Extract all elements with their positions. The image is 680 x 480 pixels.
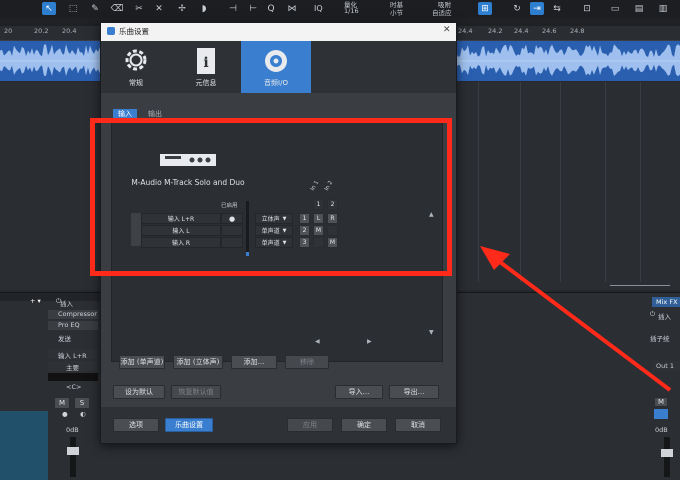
snap-toggle-icon[interactable]: ⊞	[478, 2, 492, 15]
restore-default-button[interactable]: 恢复默认值	[171, 385, 221, 399]
tab-audio-io[interactable]: 音频I/O	[241, 41, 311, 93]
eraser-tool-icon[interactable]: ⌫	[110, 2, 124, 15]
grid-icon[interactable]: ⊡	[580, 2, 594, 15]
ruler-tick: 24.2	[488, 27, 503, 35]
cancel-button[interactable]: 取消	[395, 418, 441, 432]
ruler-tick: 20.4	[62, 27, 77, 35]
remove-button[interactable]: 移除	[285, 355, 329, 369]
record-icon[interactable]: ●	[62, 410, 68, 418]
transient-icon[interactable]: ⊢	[246, 2, 260, 15]
bend-marker-icon[interactable]: ⊣	[226, 2, 240, 15]
info-icon: i	[197, 48, 215, 74]
solo-button[interactable]: S	[74, 397, 90, 409]
export-button[interactable]: 导出...	[389, 385, 439, 399]
snap-value[interactable]: 1/16	[344, 7, 359, 15]
monitor-icon[interactable]: ◐	[80, 410, 86, 418]
timebase-value[interactable]: 小节	[390, 7, 403, 17]
pan-value[interactable]: <C>	[66, 383, 81, 391]
dialog-title-bar[interactable]: 乐曲设置 ✕	[101, 23, 456, 41]
mute-button[interactable]: M	[54, 397, 70, 409]
ruler-tick: 24.4	[458, 27, 473, 35]
ruler-tick: 20.2	[34, 27, 49, 35]
insert-slot-pro-eq[interactable]: Pro EQ	[48, 321, 98, 330]
input-select[interactable]: 输入 L+R	[48, 349, 98, 360]
scroll-left-icon[interactable]: ◀	[315, 338, 320, 345]
snap-mode-value[interactable]: 自适应	[432, 7, 452, 17]
inserts-label[interactable]: 插入	[60, 298, 73, 308]
scroll-down-icon[interactable]: ▼	[429, 329, 434, 336]
right-volume-value: 0dB	[655, 426, 668, 434]
follow-icon[interactable]: ⇥	[530, 2, 544, 15]
ruler-tick: 24.4	[514, 27, 529, 35]
app-icon	[107, 27, 115, 35]
ruler-tick: 20	[4, 27, 13, 35]
arrow-tool-icon[interactable]: ↖	[42, 2, 56, 15]
tab-meta-info[interactable]: i 元信息	[171, 41, 241, 93]
options-button[interactable]: 选项	[113, 418, 159, 432]
window-icon[interactable]: ▭	[608, 2, 622, 15]
scroll-right-icon[interactable]: ▶	[367, 338, 372, 345]
meter-strip	[48, 373, 98, 381]
add-icon[interactable]: + ▾	[30, 297, 41, 305]
apply-button[interactable]: 应用	[287, 418, 333, 432]
audio-io-icon	[265, 50, 287, 72]
tab-general-label: 常规	[129, 79, 143, 87]
ruler-tick: 24.8	[570, 27, 585, 35]
track-color-strip	[0, 411, 48, 480]
bend-tool-icon[interactable]: ✢	[175, 2, 189, 15]
volume-value: 0dB	[66, 426, 79, 434]
right-monitor-icon[interactable]	[654, 409, 668, 419]
split-tool-icon[interactable]: ✂	[132, 2, 146, 15]
zoom-tool-icon[interactable]: Q	[264, 2, 278, 15]
tab-audio-io-label: 音频I/O	[264, 79, 288, 87]
panel-icon[interactable]: ▥	[656, 2, 670, 15]
right-volume-fader[interactable]	[661, 437, 673, 477]
sends-label[interactable]: 发送	[58, 333, 71, 343]
main-toolbar: ↖ ⬚ ✎ ⌫ ✂ ✕ ✢ ◗ ⊣ ⊢ Q ⋈ IQ 量化 1/16 时基 小节…	[0, 0, 680, 19]
autoscroll-icon[interactable]: ⇆	[550, 2, 564, 15]
song-setup-button[interactable]: 乐曲设置	[165, 418, 213, 432]
add-button[interactable]: 添加...	[231, 355, 277, 369]
highlight-box	[90, 118, 452, 276]
ruler-tick: 24.6	[542, 27, 557, 35]
ok-button[interactable]: 确定	[341, 418, 387, 432]
dialog-title: 乐曲设置	[119, 27, 149, 36]
add-mono-button[interactable]: 添加 (单声道)	[119, 355, 165, 369]
range-tool-icon[interactable]: ⬚	[66, 2, 80, 15]
set-default-button[interactable]: 设为默认	[113, 385, 165, 399]
mixer-header	[0, 293, 100, 301]
tab-general[interactable]: 常规	[101, 41, 171, 93]
close-icon[interactable]: ✕	[443, 25, 451, 35]
quantize-label[interactable]: IQ	[314, 4, 323, 13]
layout-icon[interactable]: ▤	[632, 2, 646, 15]
volume-fader[interactable]	[67, 437, 79, 477]
loop-icon[interactable]: ↻	[510, 2, 524, 15]
tab-meta-info-label: 元信息	[195, 79, 217, 87]
import-button[interactable]: 导入...	[335, 385, 383, 399]
pencil-tool-icon[interactable]: ✎	[88, 2, 102, 15]
listen-tool-icon[interactable]: ◗	[197, 2, 211, 15]
annotation-arrow	[480, 246, 672, 392]
mute-tool-icon[interactable]: ✕	[152, 2, 166, 15]
scissors-icon[interactable]: ⋈	[285, 2, 299, 15]
output-select[interactable]: 主要	[48, 361, 98, 372]
svg-text:i: i	[203, 55, 208, 71]
gear-icon	[125, 49, 147, 71]
dialog-tab-bar: 常规 i 元信息 音频I/O	[101, 41, 456, 93]
add-stereo-button[interactable]: 添加 (立体声)	[173, 355, 223, 369]
insert-slot-compressor[interactable]: Compressor	[48, 310, 98, 319]
